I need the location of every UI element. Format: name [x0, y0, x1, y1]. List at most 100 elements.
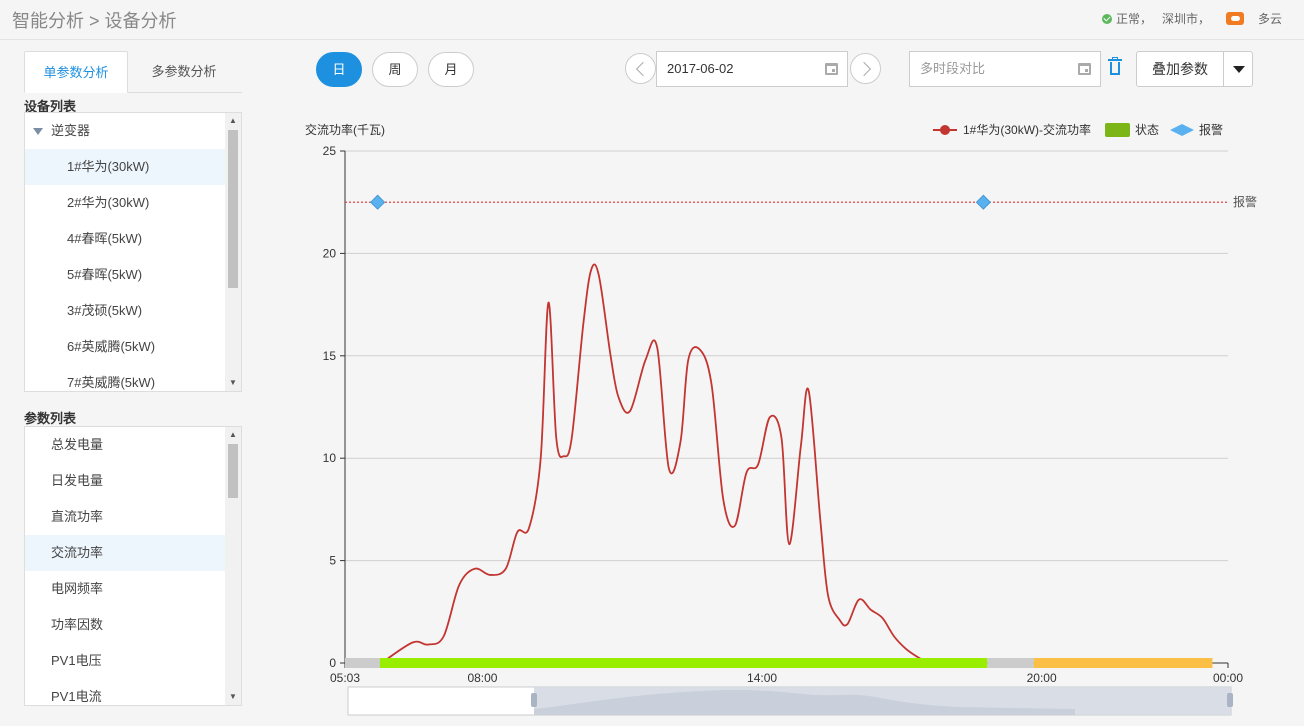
header: 智能分析 > 设备分析 正常， 深圳市， 多云	[0, 0, 1304, 40]
city-text: 深圳市，	[1161, 12, 1210, 26]
param-list-item[interactable]: PV1电压	[25, 643, 241, 679]
device-list: 逆变器 1#华为(30kW) 2#华为(30kW) 4#春晖(5kW) 5#春晖(5k…	[24, 112, 242, 392]
device-list-item-label: 3#茂硕(5kW)	[67, 303, 143, 318]
y-tick-label: 0	[329, 656, 336, 670]
param-list-item[interactable]: 总发电量	[25, 427, 241, 463]
compare-period-input[interactable]: 多时段对比	[909, 51, 1101, 87]
x-tick-label: 14:00	[747, 671, 777, 685]
param-list-item-label: 交流功率	[51, 545, 104, 560]
alarm-line-label: 报警	[1233, 194, 1257, 209]
tab-multi-param[interactable]: 多参数分析	[134, 51, 234, 93]
param-list-item[interactable]: 功率因数	[25, 607, 241, 643]
legend-dot	[940, 125, 950, 135]
device-list-item-label: 1#华为(30kW)	[67, 159, 150, 174]
device-list-item-label: 4#春晖(5kW)	[67, 231, 143, 246]
date-picker[interactable]: 2017-06-02	[656, 51, 848, 87]
param-list-item-label: 直流功率	[51, 509, 104, 524]
param-list: 总发电量日发电量直流功率交流功率电网频率功率因数 PV1电压 PV1电流 ▲ ▼	[24, 426, 242, 706]
alarm-marker	[370, 194, 386, 210]
status-segment	[345, 658, 380, 668]
status-text: 正常，	[1115, 12, 1152, 26]
period-day-button[interactable]: 日	[316, 52, 362, 87]
param-list-item-label: 日发电量	[51, 473, 104, 488]
tab-single-param[interactable]: 单参数分析	[24, 51, 128, 93]
alarm-marker	[975, 194, 991, 210]
weather-text: 多云	[1257, 12, 1282, 26]
status-segment	[987, 658, 1034, 668]
device-list-item-label: 7#英威腾(5kW)	[67, 375, 156, 390]
series-line	[381, 263, 980, 664]
calendar-icon[interactable]	[1078, 63, 1091, 75]
legend-label: 状态	[1135, 123, 1159, 137]
date-value: 2017-06-02	[667, 61, 734, 76]
scroll-thumb[interactable]	[228, 444, 238, 498]
breadcrumb-item-analysis[interactable]: 智能分析	[12, 11, 84, 31]
x-tick-label: 00:00	[1213, 671, 1243, 685]
x-tick-label: 05:03	[330, 671, 360, 685]
chevron-right-icon[interactable]	[850, 53, 881, 84]
y-tick-label: 10	[323, 451, 337, 465]
param-list-title: 参数列表	[24, 411, 77, 426]
param-list-item-label: PV1电流	[51, 689, 102, 704]
breadcrumb-separator: >	[89, 11, 100, 31]
period-week-button[interactable]: 周	[372, 52, 418, 87]
device-list-item[interactable]: 5#春晖(5kW)	[25, 257, 241, 293]
y-tick-label: 25	[323, 144, 337, 158]
breadcrumb: 智能分析 > 设备分析	[12, 7, 177, 33]
status-area: 正常， 深圳市， 多云	[1101, 10, 1282, 27]
device-list-item-label: 5#春晖(5kW)	[67, 267, 143, 282]
param-list-item[interactable]: 直流功率	[25, 499, 241, 535]
breadcrumb-item-device: 设备分析	[104, 11, 177, 31]
scroll-thumb[interactable]	[228, 130, 238, 288]
param-list-item-label: 功率因数	[51, 617, 104, 632]
device-list-item-label: 2#华为(30kW)	[67, 195, 150, 210]
compare-placeholder: 多时段对比	[920, 61, 986, 76]
param-list-item-label: 电网频率	[51, 581, 104, 596]
device-list-item-label: 6#英威腾(5kW)	[67, 339, 156, 354]
legend-rect	[1105, 123, 1130, 137]
device-list-item[interactable]: 1#华为(30kW)	[25, 149, 241, 185]
caret-down-icon[interactable]	[33, 128, 43, 136]
legend-diamond	[1170, 124, 1194, 136]
param-list-item[interactable]: 交流功率	[25, 535, 241, 571]
device-list-item[interactable]: 6#英威腾(5kW)	[25, 329, 241, 365]
check-circle-icon	[1101, 13, 1112, 24]
device-list-item[interactable]: 4#春晖(5kW)	[25, 221, 241, 257]
legend-label: 1#华为(30kW)-交流功率	[963, 122, 1091, 137]
caret-down-icon[interactable]	[1223, 51, 1253, 87]
trash-icon[interactable]	[1108, 57, 1122, 76]
y-axis-label: 交流功率(千瓦)	[305, 122, 385, 137]
zoom-handle	[531, 693, 537, 707]
device-list-item[interactable]: 3#茂硕(5kW)	[25, 293, 241, 329]
zoom-handle	[1227, 693, 1233, 707]
scroll-down-icon[interactable]: ▼	[225, 689, 241, 705]
tree-group-inverter[interactable]: 逆变器	[25, 113, 241, 149]
status-segment	[1033, 658, 1213, 668]
scroll-down-icon[interactable]: ▼	[225, 375, 241, 391]
period-month-button[interactable]: 月	[428, 52, 474, 87]
param-list-item[interactable]: PV1电流	[25, 679, 241, 705]
y-tick-label: 15	[323, 349, 337, 363]
param-list-item-label: PV1电压	[51, 653, 102, 668]
param-list-scrollbar[interactable]: ▲ ▼	[225, 427, 241, 705]
device-list-item[interactable]: 7#英威腾(5kW)	[25, 365, 241, 391]
scroll-up-icon[interactable]: ▲	[225, 113, 241, 129]
param-list-item-label: 总发电量	[51, 437, 104, 452]
x-tick-label: 08:00	[467, 671, 497, 685]
calendar-icon[interactable]	[825, 63, 838, 75]
device-list-scrollbar[interactable]: ▲ ▼	[225, 113, 241, 391]
y-tick-label: 20	[323, 246, 337, 260]
param-list-item[interactable]: 电网频率	[25, 571, 241, 607]
tree-group-label: 逆变器	[51, 123, 91, 138]
param-list-item[interactable]: 日发电量	[25, 463, 241, 499]
chevron-left-icon[interactable]	[625, 53, 656, 84]
analysis-tabs: 单参数分析 多参数分析	[24, 51, 242, 93]
scroll-up-icon[interactable]: ▲	[225, 427, 241, 443]
cloud-sun-icon	[1225, 12, 1244, 25]
y-tick-label: 5	[329, 554, 336, 568]
x-tick-label: 20:00	[1027, 671, 1057, 685]
status-segment	[379, 658, 988, 668]
device-list-item[interactable]: 2#华为(30kW)	[25, 185, 241, 221]
power-chart: 0 5 10 15 20 25 交流功率(千瓦) 05:03 08:00 14:00 20:00 00…	[305, 122, 1257, 716]
overlay-param-button[interactable]: 叠加参数	[1136, 51, 1224, 87]
